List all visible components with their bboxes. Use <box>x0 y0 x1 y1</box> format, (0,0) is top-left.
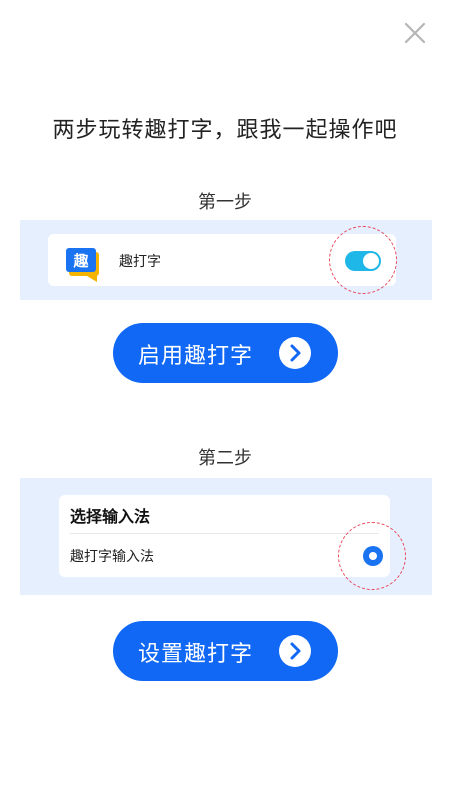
page-title: 两步玩转趣打字，跟我一起操作吧 <box>52 118 398 143</box>
select-input-method-heading: 选择输入法 <box>70 507 151 526</box>
step-one-title: 第一步 <box>198 192 252 213</box>
radio-highlight-circle <box>338 522 406 590</box>
app-logo-text: 趣 <box>72 252 89 270</box>
step-two-title: 第二步 <box>198 448 252 469</box>
enable-app-button-label: 启用趣打字 <box>138 344 254 369</box>
input-method-option-label: 趣打字输入法 <box>70 549 154 565</box>
close-icon <box>404 22 426 44</box>
app-logo-icon: 趣 <box>65 246 103 282</box>
chevron-right-icon <box>279 635 311 667</box>
card-divider <box>70 533 379 534</box>
chevron-right-icon <box>279 337 311 369</box>
enable-app-button[interactable]: 启用趣打字 <box>113 323 338 383</box>
toggle-highlight-circle <box>329 226 397 294</box>
set-app-button[interactable]: 设置趣打字 <box>113 621 338 681</box>
set-app-button-label: 设置趣打字 <box>138 642 254 667</box>
close-button[interactable] <box>400 18 430 48</box>
app-name-label: 趣打字 <box>119 254 161 270</box>
